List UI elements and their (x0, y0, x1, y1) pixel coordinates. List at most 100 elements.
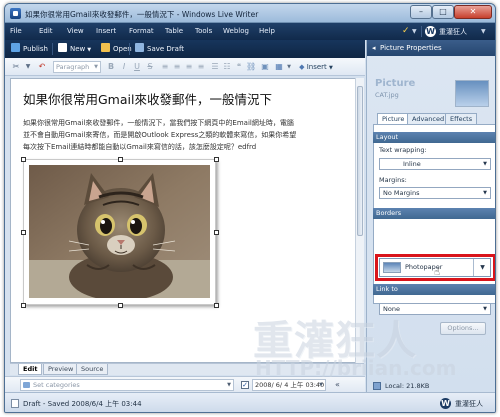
spellcheck-icon[interactable]: ✓ (402, 26, 410, 36)
collapse-arrow-icon[interactable]: ◂ (372, 44, 376, 52)
insert-menu-button[interactable]: ◆ Insert ▼ (296, 61, 336, 73)
resize-handle-top[interactable] (118, 157, 123, 162)
post-title[interactable]: 如果你很常用Gmail來收發郵件，一般情況下 (23, 89, 272, 108)
justify-icon[interactable]: ≡ (196, 61, 206, 73)
menu-view[interactable]: View (67, 27, 84, 35)
align-right-icon[interactable]: ≡ (184, 61, 194, 73)
folder-icon (101, 43, 110, 52)
text-wrapping-select[interactable]: Inline ▼ (379, 158, 491, 170)
chevron-down-icon: ▼ (483, 306, 487, 312)
app-window: 如果你很常用Gmail來收發郵件，一般情況下 - Windows Live Wr… (4, 3, 496, 413)
margins-value: No Margins (383, 189, 420, 197)
chevron-down-icon: ▼ (94, 64, 98, 70)
tab-preview[interactable]: Preview (43, 364, 79, 375)
chevron-down-icon[interactable]: ▼ (285, 61, 293, 73)
publish-date-picker[interactable]: 2008/ 6/ 4 上午 03:40 ▼ (252, 379, 326, 391)
resize-handle-right[interactable] (214, 230, 219, 235)
tab-edit[interactable]: Edit (18, 364, 43, 375)
text-wrapping-label: Text wrapping: (379, 146, 427, 154)
menu-format[interactable]: Format (129, 27, 154, 35)
align-left-icon[interactable]: ≡ (160, 61, 170, 73)
bold-button[interactable]: B (106, 61, 116, 73)
resize-handle-left[interactable] (21, 230, 26, 235)
resize-handle-top-left[interactable] (21, 157, 26, 162)
chevron-down-icon[interactable]: ▼ (24, 61, 32, 73)
minimize-button[interactable]: – (410, 5, 432, 19)
hyperlink-icon[interactable]: ⛓ (246, 61, 256, 73)
resize-handle-top-right[interactable] (214, 157, 219, 162)
publish-label: Publish (23, 45, 48, 53)
open-button[interactable]: Open (101, 43, 132, 55)
panel-title: Picture Properties (380, 44, 442, 52)
menu-bar: File Edit View Insert Format Table Tools… (5, 23, 495, 40)
italic-button[interactable]: I (119, 61, 129, 73)
wordpress-logo-icon: W (425, 26, 436, 37)
windows-live-writer-icon (10, 8, 21, 19)
blockquote-icon[interactable]: ❝ (234, 61, 244, 73)
toolbar-divider (52, 43, 53, 55)
selected-picture[interactable] (21, 157, 219, 308)
menu-insert[interactable]: Insert (96, 27, 116, 35)
paragraph-style-select[interactable]: Paragraph ▼ (53, 61, 101, 73)
insert-table-icon[interactable]: ▦ (273, 61, 285, 73)
menu-file[interactable]: File (10, 27, 22, 35)
editor-scrollbar[interactable] (355, 78, 364, 363)
categories-placeholder: Set categories (33, 381, 80, 389)
post-editor[interactable]: 如果你很常用Gmail來收發郵件，一般情況下 如果你很常用Gmail來收發郵件，… (10, 78, 359, 363)
insert-label: Insert (306, 63, 327, 71)
chevron-down-icon[interactable]: ▼ (412, 28, 417, 35)
undo-icon[interactable]: ↶ (36, 61, 48, 73)
link-to-select[interactable]: None ▼ (379, 303, 491, 315)
underline-button[interactable]: U (132, 61, 142, 73)
strikethrough-button[interactable]: S (145, 61, 155, 73)
paragraph-style-value: Paragraph (56, 63, 90, 71)
publish-date-value: 2008/ 6/ 4 上午 03:40 (255, 381, 325, 389)
link-options-button[interactable]: Options... (440, 322, 486, 335)
publish-button[interactable]: Publish (11, 43, 48, 55)
view-tabs: Edit Preview Source (10, 363, 364, 375)
chevron-down-icon[interactable]: ▼ (481, 28, 486, 35)
link-to-value: None (383, 305, 400, 313)
resize-handle-bottom[interactable] (118, 303, 123, 308)
menu-help[interactable]: Help (259, 27, 275, 35)
resize-handle-bottom-left[interactable] (21, 303, 26, 308)
cut-icon[interactable]: ✂ (10, 61, 22, 73)
blog-selector[interactable]: 重灌狂人 (439, 27, 467, 37)
numbered-list-icon[interactable]: ☰ (210, 61, 220, 73)
tab-source[interactable]: Source (76, 364, 109, 375)
title-bar: 如果你很常用Gmail來收發郵件，一般情況下 - Windows Live Wr… (5, 4, 495, 23)
picture-heading: Picture (375, 78, 416, 89)
picture-filename: CAT.jpg (375, 91, 399, 99)
panel-header[interactable]: ◂ Picture Properties (367, 40, 495, 56)
new-document-icon (58, 43, 67, 52)
scrollbar-thumb[interactable] (357, 86, 363, 236)
save-draft-button[interactable]: Save Draft (135, 43, 184, 55)
collapse-properties-icon[interactable]: « (332, 380, 343, 390)
menu-table[interactable]: Table (165, 27, 183, 35)
picture-properties-panel: ◂ Picture Properties Picture CAT.jpg Pic… (366, 40, 495, 392)
cat-photo (29, 165, 210, 298)
section-layout: Layout (373, 132, 495, 143)
insert-picture-icon[interactable]: ▣ (260, 61, 270, 73)
main-toolbar: Publish New ▼ Open Save Draft (5, 40, 365, 58)
body-line-2[interactable]: 並不會自動用Gmail來寄信，而是開啟Outlook Express之類的軟體來… (23, 130, 296, 140)
align-center-icon[interactable]: ≡ (172, 61, 182, 73)
section-borders: Borders (373, 208, 495, 219)
window-title: 如果你很常用Gmail來收發郵件，一般情況下 - Windows Live Wr… (25, 10, 259, 19)
maximize-button[interactable]: □ (432, 5, 454, 19)
menu-weblog[interactable]: Weblog (223, 27, 249, 35)
publish-date-checkbox[interactable]: ✓ (241, 381, 249, 389)
categories-select[interactable]: Set categories ▼ (20, 379, 234, 391)
chevron-down-icon: ▼ (483, 190, 487, 196)
margins-select[interactable]: No Margins ▼ (379, 187, 491, 199)
menu-tools[interactable]: Tools (195, 27, 212, 35)
wordpress-logo-icon: W (440, 398, 451, 409)
close-button[interactable]: ✕ (454, 5, 492, 19)
body-line-1[interactable]: 如果你很常用Gmail來收發郵件，一般情況下，當我們按下網頁中的Email網址時… (23, 118, 294, 128)
new-button[interactable]: New ▼ (58, 43, 91, 55)
menu-edit[interactable]: Edit (39, 27, 53, 35)
body-line-3[interactable]: 每次按下Email連結時都能自動以Gmail來寫信的話，該怎麼設定呢？edfrd (23, 142, 256, 152)
status-blog-name: 重灌狂人 (455, 400, 483, 408)
bullet-list-icon[interactable]: ☷ (222, 61, 232, 73)
resize-handle-bottom-right[interactable] (214, 303, 219, 308)
